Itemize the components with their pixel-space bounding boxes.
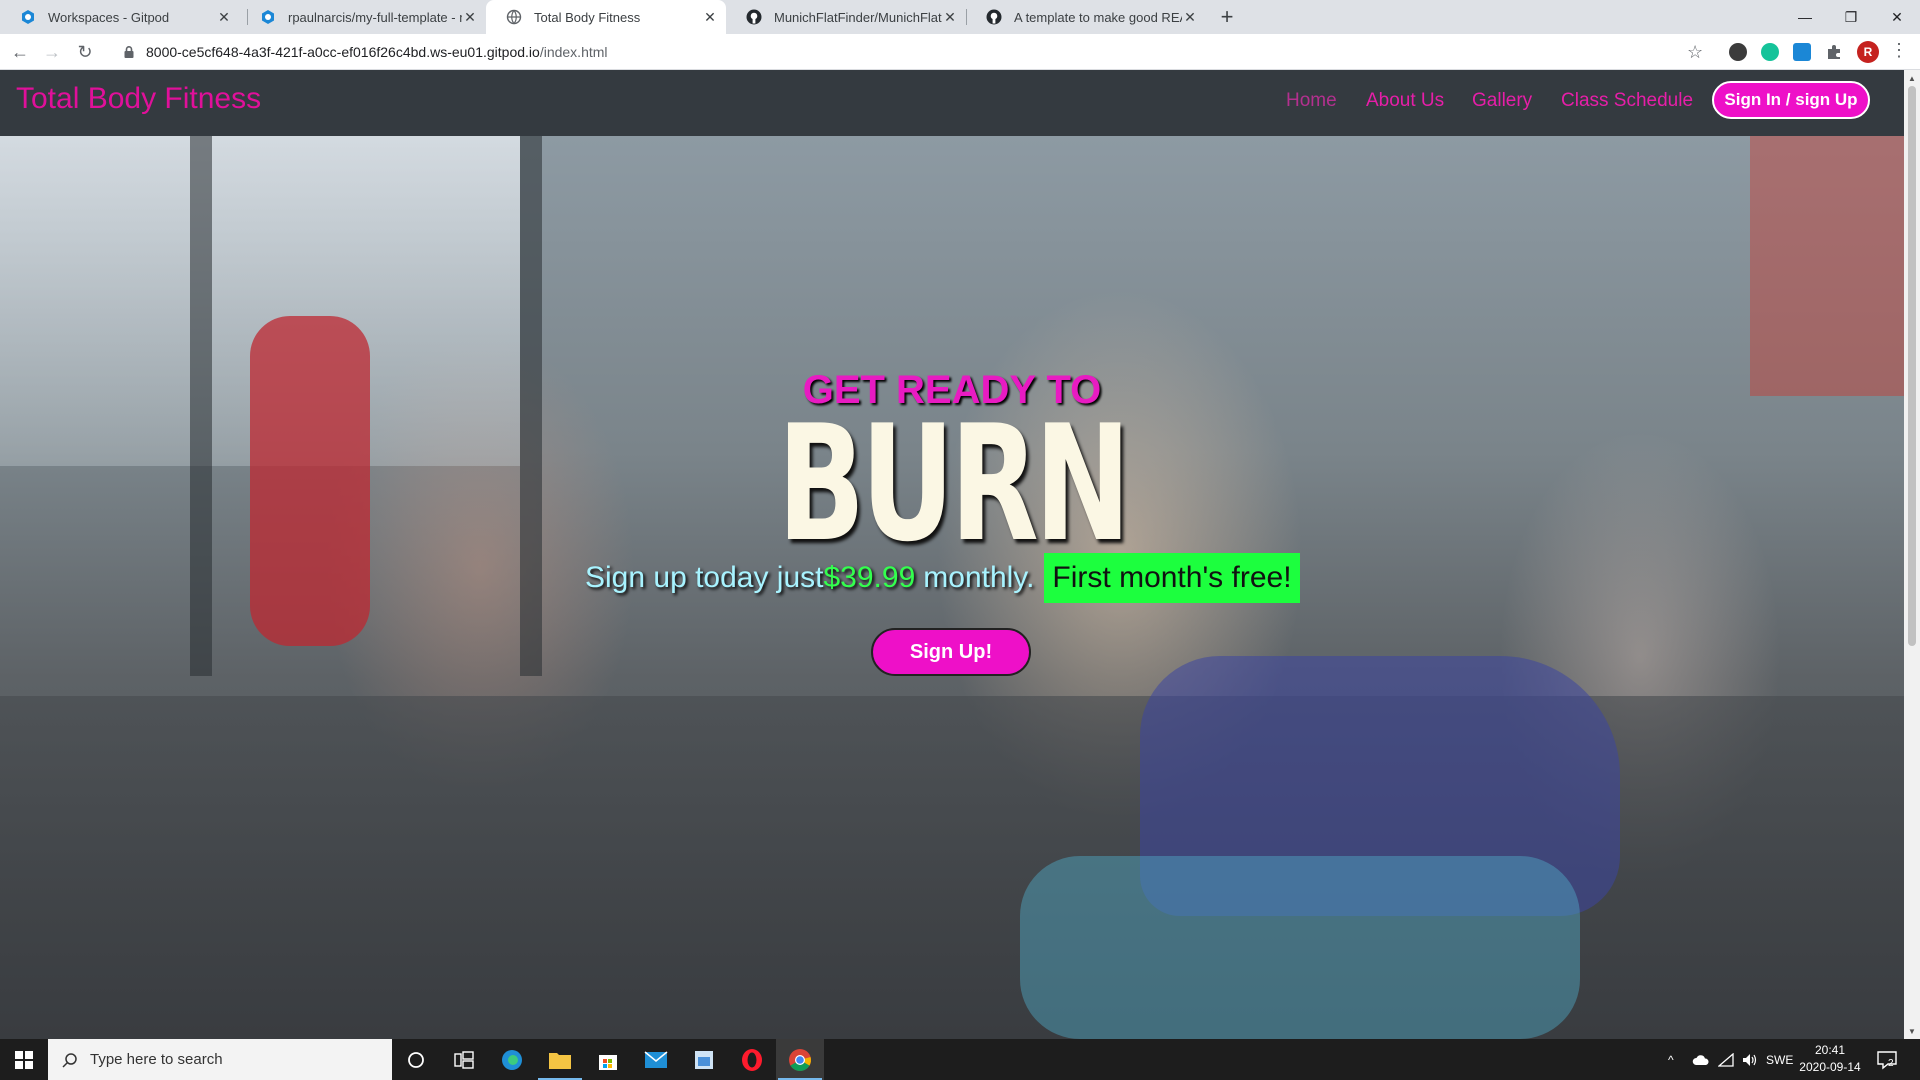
puzzle-extensions-icon[interactable] — [1825, 43, 1843, 61]
scroll-down-arrow-icon[interactable]: ▼ — [1904, 1023, 1920, 1039]
browser-tab[interactable]: Workspaces - Gitpod ✕ — [0, 0, 240, 34]
chrome-taskbar-icon[interactable] — [776, 1039, 824, 1080]
clock-time: 20:41 — [1814, 1043, 1846, 1057]
extension-icon[interactable] — [1729, 43, 1747, 61]
chrome-menu-icon[interactable]: ⋮ — [1890, 40, 1908, 61]
nav-home-link[interactable]: Home — [1286, 90, 1337, 112]
new-tab-plus-icon[interactable]: + — [1214, 4, 1240, 30]
scrollbar-thumb[interactable] — [1908, 86, 1916, 646]
scroll-up-arrow-icon[interactable]: ▲ — [1904, 70, 1920, 86]
windows-start-icon[interactable] — [0, 1039, 48, 1080]
browser-tab[interactable]: rpaulnarcis/my-full-template - m ✕ — [240, 0, 486, 34]
lock-icon — [124, 46, 134, 58]
tab-close-icon[interactable]: ✕ — [462, 9, 478, 25]
file-explorer-icon[interactable] — [536, 1039, 584, 1080]
browser-toolbar: ← → ↻ 8000-ce5cf648-4a3f-421f-a0cc-ef016… — [0, 34, 1920, 70]
globe-favicon-icon — [506, 9, 522, 25]
grammarly-extension-icon[interactable] — [1761, 43, 1779, 61]
tab-title: Total Body Fitness — [534, 9, 641, 25]
search-icon — [62, 1052, 77, 1068]
notification-center-icon[interactable]: 2 — [1876, 1049, 1898, 1071]
free-offer-badge: First month's free! — [1044, 553, 1300, 603]
mail-icon[interactable] — [632, 1039, 680, 1080]
gitpod-favicon-icon — [22, 10, 34, 24]
url-text: 8000-ce5cf648-4a3f-421f-a0cc-ef016f26c4b… — [146, 44, 608, 60]
page-viewport: Total Body Fitness Home About Us Gallery… — [0, 70, 1904, 1039]
site-navbar: Total Body Fitness Home About Us Gallery… — [0, 70, 1904, 136]
address-bar[interactable]: 8000-ce5cf648-4a3f-421f-a0cc-ef016f26c4b… — [110, 37, 1720, 67]
brand-logo[interactable]: Total Body Fitness — [16, 82, 261, 116]
edge-browser-icon[interactable] — [488, 1039, 536, 1080]
microsoft-store-icon[interactable] — [584, 1039, 632, 1080]
taskbar-search-box[interactable]: Type here to search — [48, 1039, 392, 1080]
price-text: $39.99 — [823, 561, 916, 594]
minimize-icon[interactable]: — — [1782, 0, 1828, 34]
tab-title: A template to make good READM — [1014, 9, 1182, 25]
windows-taskbar: Type here to search ^ SWE 20:41 2020-09-… — [0, 1039, 1920, 1080]
hero-section: GET READY TO BURN Sign up today just $39… — [0, 136, 1904, 1039]
forward-arrow-icon[interactable]: → — [38, 38, 66, 66]
page-scrollbar[interactable]: ▲ ▼ — [1904, 70, 1920, 1039]
reload-icon[interactable]: ↻ — [71, 38, 99, 66]
browser-tab[interactable]: A template to make good READM ✕ — [966, 0, 1206, 34]
clock-date: 2020-09-14 — [1799, 1060, 1861, 1074]
task-view-icon[interactable] — [440, 1039, 488, 1080]
nav-gallery-link[interactable]: Gallery — [1472, 90, 1532, 112]
profile-avatar[interactable]: R — [1857, 41, 1879, 63]
search-placeholder: Type here to search — [90, 1051, 223, 1068]
url-path: /index.html — [539, 44, 608, 60]
restore-icon[interactable]: ❐ — [1828, 0, 1874, 34]
notification-count: 2 — [1888, 1058, 1894, 1069]
browser-tab[interactable]: MunichFlatFinder/MunichFlatFind ✕ — [726, 0, 966, 34]
cortana-icon[interactable] — [392, 1039, 440, 1080]
onedrive-cloud-icon[interactable] — [1692, 1039, 1710, 1080]
nav-schedule-link[interactable]: Class Schedule — [1561, 90, 1693, 112]
tab-close-icon[interactable]: ✕ — [942, 9, 958, 25]
gitpod-favicon-icon — [262, 10, 274, 24]
bookmark-star-icon[interactable]: ☆ — [1687, 42, 1703, 63]
tab-close-icon[interactable]: ✕ — [216, 9, 232, 25]
tagline-end: monthly. — [923, 561, 1035, 594]
network-icon[interactable] — [1718, 1039, 1734, 1080]
hero-content: GET READY TO BURN Sign up today just $39… — [0, 136, 1904, 1039]
github-favicon-icon — [986, 9, 1002, 25]
sign-in-button[interactable]: Sign In / sign Up — [1712, 81, 1870, 119]
tab-close-icon[interactable]: ✕ — [1182, 9, 1198, 25]
back-arrow-icon[interactable]: ← — [6, 38, 34, 66]
github-favicon-icon — [746, 9, 762, 25]
browser-tab-strip: Workspaces - Gitpod ✕ rpaulnarcis/my-ful… — [0, 0, 1920, 34]
tab-title: Workspaces - Gitpod — [48, 9, 170, 25]
window-close-icon[interactable]: ✕ — [1874, 0, 1920, 34]
tray-chevron-icon[interactable]: ^ — [1668, 1039, 1674, 1080]
gitpod-extension-icon[interactable] — [1793, 43, 1811, 61]
volume-icon[interactable] — [1742, 1039, 1758, 1080]
tab-title: rpaulnarcis/my-full-template - m — [288, 9, 462, 25]
sign-up-button[interactable]: Sign Up! — [871, 628, 1031, 676]
tab-close-icon[interactable]: ✕ — [702, 9, 718, 25]
tagline-start: Sign up today just — [585, 561, 824, 594]
nav-about-link[interactable]: About Us — [1366, 90, 1444, 112]
url-host: 8000-ce5cf648-4a3f-421f-a0cc-ef016f26c4b… — [146, 44, 540, 60]
taskbar-clock[interactable]: 20:41 2020-09-14 — [1790, 1042, 1870, 1076]
opera-browser-icon[interactable] — [728, 1039, 776, 1080]
hero-tagline: Sign up today just $39.99 monthly. First… — [585, 550, 1300, 606]
browser-tab-active[interactable]: Total Body Fitness ✕ — [486, 0, 726, 34]
tab-title: MunichFlatFinder/MunichFlatFind — [774, 9, 942, 25]
hero-big-word: BURN — [777, 390, 1131, 577]
photos-app-icon[interactable] — [680, 1039, 728, 1080]
